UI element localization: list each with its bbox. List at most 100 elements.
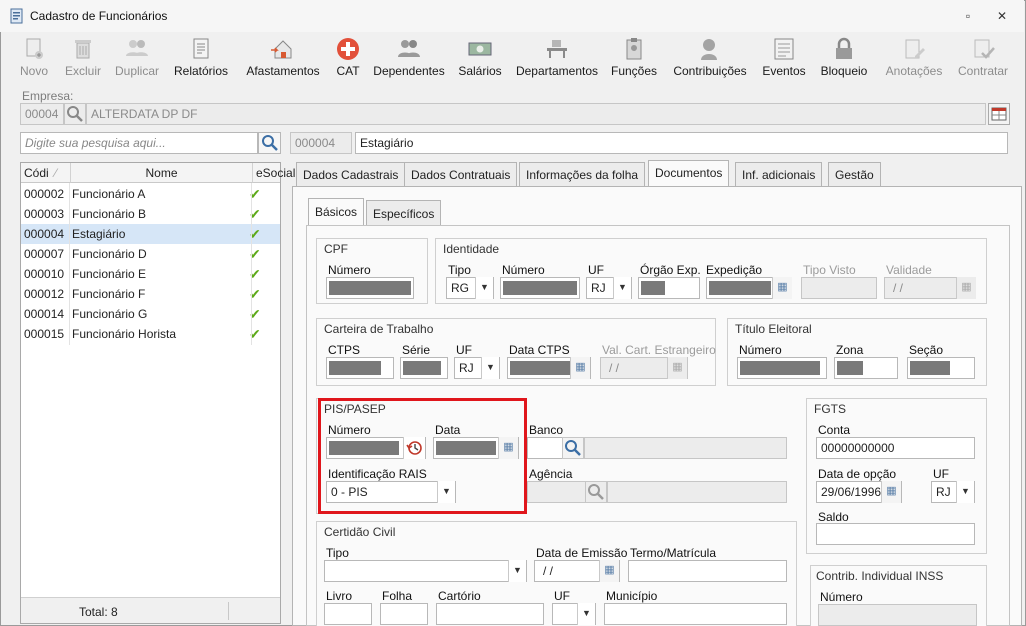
close-icon[interactable]: ✕	[994, 9, 1010, 23]
search-button[interactable]	[258, 132, 281, 154]
tab-especificos[interactable]: Específicos	[366, 200, 442, 226]
tab-dados-cadastrais[interactable]: Dados Cadastrais	[296, 162, 406, 186]
footer-divider	[228, 602, 229, 620]
contratar-button[interactable]: Contratar	[956, 34, 1010, 80]
search-icon	[262, 135, 278, 151]
tipo-visto-field	[801, 277, 877, 299]
calendar-icon: ▦	[667, 357, 687, 379]
certidao-tipo-select[interactable]	[324, 560, 527, 582]
excluir-button[interactable]: Excluir	[63, 34, 103, 80]
agencia-search-button[interactable]	[585, 481, 607, 503]
redacted-value	[403, 361, 441, 375]
cartorio-field[interactable]	[436, 603, 544, 625]
bloqueio-button[interactable]: Bloqueio	[816, 34, 872, 80]
agencia-label: Agência	[529, 467, 573, 481]
calendar-icon[interactable]: ▦	[772, 277, 792, 299]
departamentos-button[interactable]: Departamentos	[514, 34, 600, 80]
identidade-numero-label: Número	[502, 263, 545, 277]
desk-icon	[547, 40, 567, 58]
people-icon	[398, 40, 420, 57]
table-row[interactable]: 000003 Funcionário B ✔	[21, 204, 280, 224]
chevron-down-icon[interactable]: ▼	[577, 603, 595, 625]
salarios-button[interactable]: Salários	[458, 34, 502, 80]
fgts-conta-field[interactable]: 00000000000	[816, 437, 975, 459]
table-row[interactable]: 000015 Funcionário Horista ✔	[21, 324, 280, 344]
data-emissao-label: Data de Emissão	[536, 546, 628, 560]
relatorios-button[interactable]: Relatórios	[173, 34, 229, 80]
saldo-label: Saldo	[818, 510, 849, 524]
novo-button[interactable]: Novo	[16, 34, 52, 80]
eventos-button[interactable]: Eventos	[762, 34, 806, 80]
certidao-civil-title: Certidão Civil	[324, 525, 396, 539]
serie-label: Série	[402, 343, 431, 357]
table-row[interactable]: 000012 Funcionário F ✔	[21, 284, 280, 304]
table-row-selected[interactable]: 000004 Estagiário ✔	[21, 224, 280, 244]
tab-documentos[interactable]: Documentos	[648, 160, 730, 187]
banco-search-button[interactable]	[562, 437, 584, 459]
contribuicoes-button[interactable]: Contribuições	[671, 34, 749, 80]
tab-basicos[interactable]: Básicos	[308, 198, 365, 227]
saldo-field[interactable]	[816, 523, 975, 545]
person-head-icon	[701, 39, 717, 60]
highlight-box	[318, 398, 527, 514]
validade-label: Validade	[886, 263, 932, 277]
calendar-icon[interactable]: ▦	[881, 481, 901, 503]
restore-icon[interactable]: ▫	[960, 9, 976, 23]
calendar-icon[interactable]: ▦	[599, 560, 619, 582]
dependentes-button[interactable]: Dependentes	[373, 34, 445, 80]
fgts-uf-label: UF	[933, 467, 949, 481]
redacted-value	[503, 281, 577, 295]
table-row[interactable]: 000010 Funcionário E ✔	[21, 264, 280, 284]
table-row[interactable]: 000002 Funcionário A ✔	[21, 184, 280, 204]
chevron-down-icon[interactable]: ▼	[475, 277, 493, 299]
cartorio-label: Cartório	[438, 589, 481, 603]
folha-field[interactable]	[380, 603, 428, 625]
total-count: Total: 8	[79, 605, 118, 619]
chevron-down-icon[interactable]: ▼	[956, 481, 974, 503]
chevron-down-icon[interactable]: ▼	[613, 277, 631, 299]
inss-title: Contrib. Individual INSS	[816, 569, 944, 583]
tab-gestao[interactable]: Gestão	[828, 162, 881, 186]
redacted-value	[641, 281, 665, 295]
column-header-code[interactable]: Códi ⁄	[21, 163, 70, 183]
chevron-down-icon[interactable]: ▼	[481, 357, 499, 379]
table-row[interactable]: 000014 Funcionário G ✔	[21, 304, 280, 324]
ctps-uf-label: UF	[456, 343, 472, 357]
calendar-icon: ▦	[956, 277, 976, 299]
funcoes-button[interactable]: Funções	[611, 34, 657, 80]
tab-informacoes-folha[interactable]: Informações da folha	[519, 162, 646, 186]
column-header-esocial[interactable]: eSocial	[252, 163, 295, 183]
municipio-field[interactable]	[604, 603, 787, 625]
anotacoes-button[interactable]: Anotações	[884, 34, 944, 80]
column-header-name[interactable]: Nome	[70, 163, 252, 183]
certidao-uf-label: UF	[554, 589, 570, 603]
toolbar: Novo Excluir Duplicar Relatórios Afastam…	[8, 34, 1024, 82]
fgts-title: FGTS	[814, 402, 846, 416]
cpf-numero-label: Número	[328, 263, 371, 277]
livro-field[interactable]	[324, 603, 372, 625]
empresa-search-button[interactable]	[64, 103, 86, 125]
empresa-table-button[interactable]	[988, 103, 1010, 125]
chevron-down-icon[interactable]: ▼	[508, 560, 526, 582]
employee-list: Códi ⁄ Nome eSocial 000002 Funcionário A …	[20, 162, 295, 624]
agencia-name-field	[607, 481, 787, 503]
redacted-value	[329, 281, 411, 295]
banco-code-field[interactable]	[527, 437, 563, 459]
employee-name-field[interactable]: Estagiário	[355, 132, 1008, 154]
ctps-label: CTPS	[328, 343, 361, 357]
agencia-code-field	[527, 481, 586, 503]
ctps-title: Carteira de Trabalho	[324, 322, 434, 336]
duplicar-button[interactable]: Duplicar	[113, 34, 161, 80]
certidao-tipo-label: Tipo	[326, 546, 349, 560]
afastamentos-button[interactable]: Afastamentos	[245, 34, 321, 80]
expedicao-label: Expedição	[706, 263, 763, 277]
tab-inf-adicionais[interactable]: Inf. adicionais	[735, 162, 823, 186]
sort-icon: ⁄	[54, 166, 57, 180]
termo-matricula-field[interactable]	[628, 560, 787, 582]
calendar-icon[interactable]: ▦	[570, 357, 590, 379]
search-input[interactable]: Digite sua pesquisa aqui...	[20, 132, 258, 154]
table-row[interactable]: 000007 Funcionário D ✔	[21, 244, 280, 264]
tab-dados-contratuais[interactable]: Dados Contratuais	[404, 162, 518, 186]
cat-button[interactable]: CAT	[334, 34, 362, 80]
employee-code-field: 000004	[290, 132, 352, 154]
